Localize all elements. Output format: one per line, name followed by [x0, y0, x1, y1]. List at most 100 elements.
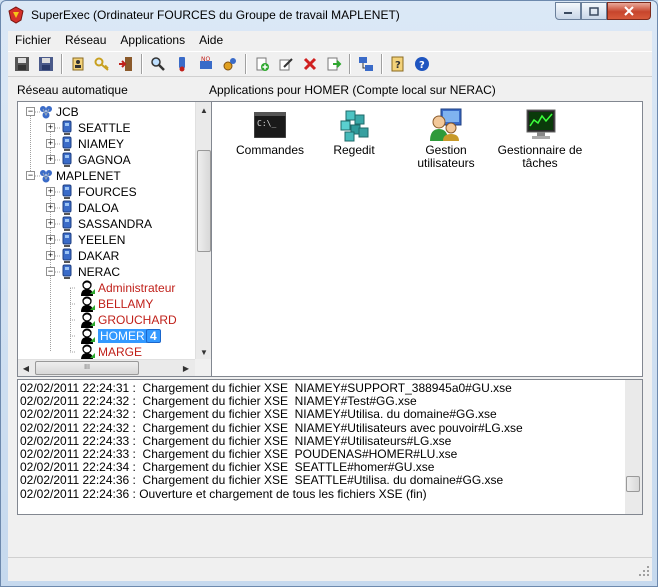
toolbar-separator [245, 54, 247, 74]
tree-item-seattle[interactable]: + SEATTLE [18, 120, 198, 136]
expand-icon[interactable]: + [46, 219, 55, 228]
app-gestionnaire-taches[interactable]: Gestionnaire de tâches [494, 108, 586, 170]
log-pane[interactable]: 02/02/2011 22:24:31 : Chargement du fich… [17, 379, 643, 515]
scroll-down-icon[interactable]: ▼ [196, 344, 212, 360]
scroll-thumb[interactable] [197, 150, 211, 252]
tree-item-sassandra[interactable]: + SASSANDRA [18, 216, 198, 232]
log-line: 02/02/2011 22:24:36 : Chargement du fich… [20, 473, 504, 488]
tree-item-label: FOURCES [78, 185, 137, 199]
menu-aide[interactable]: Aide [192, 31, 230, 51]
tree-item-label: MAPLENET [56, 169, 121, 183]
find-computer-button[interactable] [147, 53, 169, 75]
expand-icon[interactable]: + [46, 251, 55, 260]
tree-item-label: NIAMEY [78, 137, 125, 151]
collapse-icon[interactable]: − [46, 267, 55, 276]
regedit-icon [340, 110, 369, 142]
expand-icon[interactable]: + [46, 235, 55, 244]
delete-button[interactable] [299, 53, 321, 75]
app-label: Commandes [235, 143, 305, 157]
add-icon [256, 57, 269, 71]
tree-item-label: JCB [56, 105, 79, 119]
tree-item-label: SASSANDRA [78, 217, 153, 231]
collapse-icon[interactable]: − [26, 171, 35, 180]
resize-grip-icon[interactable] [638, 565, 650, 577]
tree-item-homer[interactable]: HOMER 4 [18, 328, 198, 344]
tree-item-jcb[interactable]: − JCB [18, 104, 198, 120]
tree-item-marge[interactable]: MARGE [18, 344, 198, 360]
key-button[interactable] [91, 53, 113, 75]
export-icon [327, 57, 342, 71]
superexec-app-icon [8, 6, 24, 24]
client-area: Fichier Réseau Applications Aide NO ? ? … [8, 31, 652, 581]
tree-item-dakar[interactable]: + DAKAR [18, 248, 198, 264]
tree-item-administrateur[interactable]: Administrateur [18, 280, 198, 296]
expand-icon[interactable]: + [46, 203, 55, 212]
export-button[interactable] [323, 53, 345, 75]
applications-pane: C:\_ Commandes Regedit Gestion utilisate… [211, 101, 643, 377]
scroll-right-icon[interactable]: ▶ [178, 360, 194, 376]
menu-reseau[interactable]: Réseau [58, 31, 113, 51]
close-button[interactable] [607, 2, 651, 20]
scroll-left-icon[interactable]: ◀ [18, 360, 34, 376]
collapse-icon[interactable]: − [26, 107, 35, 116]
expand-icon[interactable]: + [46, 139, 55, 148]
help-button[interactable]: ? [411, 53, 433, 75]
menu-fichier[interactable]: Fichier [8, 31, 58, 51]
tree-item-label: BELLAMY [98, 297, 154, 311]
delete-icon [303, 57, 317, 71]
save-as-icon [39, 57, 53, 71]
app-commandes[interactable]: C:\_ Commandes [224, 108, 316, 157]
scroll-up-icon[interactable]: ▲ [196, 102, 212, 118]
tree-item-daloa[interactable]: + DALOA [18, 200, 198, 216]
app-regedit[interactable]: Regedit [308, 108, 400, 157]
tree-item-grouchard[interactable]: GROUCHARD [18, 312, 198, 328]
app-label: Regedit [333, 143, 375, 157]
save-button[interactable] [11, 53, 33, 75]
network-button[interactable] [355, 53, 377, 75]
properties-button[interactable] [67, 53, 89, 75]
tree-item-niamey[interactable]: + NIAMEY [18, 136, 198, 152]
scroll-thumb-horizontal[interactable]: III [35, 361, 139, 375]
log-vertical-scrollbar[interactable] [625, 380, 642, 514]
tree-item-gagnoa[interactable]: + GAGNOA [18, 152, 198, 168]
title-bar[interactable]: SuperExec (Ordinateur FOURCES du Groupe … [1, 1, 657, 31]
tree-item-label: GROUCHARD [98, 313, 177, 327]
tree-item-maplenet[interactable]: − MAPLENET [18, 168, 198, 184]
menu-applications[interactable]: Applications [113, 31, 192, 51]
expand-icon[interactable]: + [46, 123, 55, 132]
expand-icon[interactable]: + [46, 187, 55, 196]
window-title: SuperExec (Ordinateur FOURCES du Groupe … [31, 8, 400, 22]
tree-item-nerac[interactable]: − NERAC [18, 264, 198, 280]
log-line: 02/02/2011 22:24:32 : Chargement du fich… [20, 407, 497, 422]
log-scroll-thumb[interactable] [626, 476, 640, 492]
tree-item-label: DALOA [78, 201, 119, 215]
expand-icon[interactable]: + [46, 155, 55, 164]
disconnect-button[interactable]: NO [195, 53, 217, 75]
toolbar-separator [141, 54, 143, 74]
add-button[interactable] [251, 53, 273, 75]
save-icon [15, 57, 29, 71]
help-book-button[interactable]: ? [387, 53, 409, 75]
selection-badge: 4 [146, 329, 161, 343]
minimize-button[interactable] [555, 2, 581, 20]
log-line: 02/02/2011 22:24:33 : Chargement du fich… [20, 433, 452, 448]
edit-button[interactable] [275, 53, 297, 75]
network-tree[interactable]: − JCB + SEATTLE + NIAMEY + GAGNOA − MAPLENET + FOUR… [17, 101, 213, 377]
tree-horizontal-scrollbar[interactable]: ◀ III ▶ [18, 359, 195, 376]
app-label: Gestion utilisateurs [417, 143, 475, 170]
maximize-button[interactable] [581, 2, 607, 20]
tree-item-bellamy[interactable]: BELLAMY [18, 296, 198, 312]
tree-vertical-scrollbar[interactable]: ▲ ▼ [195, 102, 212, 360]
tree-item-label: MARGE [98, 345, 143, 359]
exit-button[interactable] [115, 53, 137, 75]
services-button[interactable] [219, 53, 241, 75]
save-as-button[interactable] [35, 53, 57, 75]
network-icon [359, 57, 373, 71]
main-window: SuperExec (Ordinateur FOURCES du Groupe … [0, 0, 658, 587]
services-icon [223, 58, 236, 71]
connect-button[interactable] [171, 53, 193, 75]
app-gestion-utilisateurs[interactable]: Gestion utilisateurs [400, 108, 492, 170]
tree-item-fources[interactable]: + FOURCES [18, 184, 198, 200]
tree-item-label: DAKAR [78, 249, 120, 263]
tree-item-yeelen[interactable]: + YEELEN [18, 232, 198, 248]
